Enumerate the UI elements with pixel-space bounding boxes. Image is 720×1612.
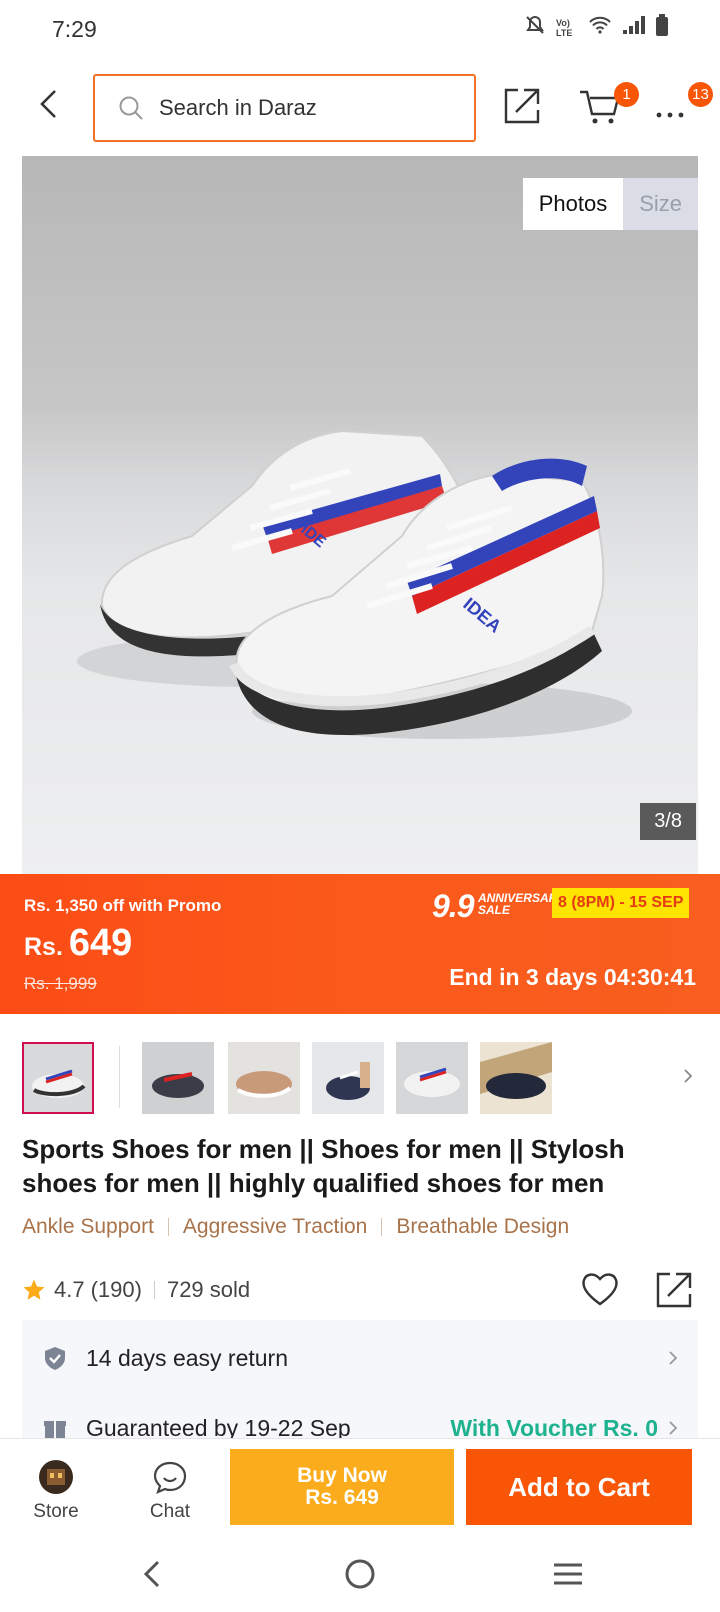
- tab-size[interactable]: Size: [623, 178, 698, 230]
- thumbnail-1[interactable]: [22, 1042, 94, 1114]
- chevron-right-icon[interactable]: [678, 1066, 698, 1086]
- product-image-gallery[interactable]: IDEA IDE Photos Size 3/8: [22, 156, 698, 874]
- sale-logo: 9.9 ANNIVERSARY SALE: [432, 888, 565, 925]
- status-bar: 7:29 Vo) LTE: [0, 0, 720, 58]
- review-count[interactable]: (190): [91, 1277, 142, 1303]
- buy-now-label: Buy Now: [297, 1464, 387, 1487]
- bottom-action-bar: Store Chat Buy Now Rs. 649 Add to Cart: [0, 1438, 720, 1526]
- sale-number: 9.9: [432, 888, 474, 924]
- original-price: Rs. 1,999: [24, 974, 97, 993]
- buy-now-price: Rs. 649: [305, 1486, 379, 1509]
- add-to-cart-button[interactable]: Add to Cart: [466, 1449, 692, 1525]
- return-policy-row[interactable]: 14 days easy return: [22, 1330, 698, 1386]
- star-icon: [23, 1279, 45, 1300]
- search-placeholder: Search in Daraz: [159, 95, 317, 120]
- nav-recents-icon[interactable]: [548, 1554, 588, 1594]
- volte-icon: Vo) LTE: [556, 17, 573, 38]
- heart-icon: [582, 1273, 618, 1306]
- chevron-right-icon: [669, 1351, 678, 1365]
- tab-photos[interactable]: Photos: [522, 178, 624, 230]
- feature-tags: Ankle Support Aggressive Traction Breath…: [22, 1215, 569, 1239]
- battery-icon: [656, 14, 668, 41]
- sold-count: 729 sold: [166, 1277, 251, 1302]
- chevron-right-icon: [669, 1421, 678, 1435]
- status-icons: Vo) LTE: [524, 14, 668, 41]
- store-button[interactable]: Store: [16, 1459, 96, 1523]
- search-icon: [119, 96, 143, 120]
- wifi-icon: [588, 15, 612, 40]
- thumbnail-4[interactable]: [312, 1042, 384, 1114]
- feature-tag: Breathable Design: [396, 1215, 570, 1238]
- share-icon: [656, 1272, 692, 1308]
- notification-count-badge: 13: [688, 82, 713, 107]
- share-product-button[interactable]: [654, 1270, 694, 1310]
- rating-divider: [153, 1281, 155, 1299]
- thumbnail-divider: [119, 1046, 120, 1108]
- store-icon: [39, 1460, 73, 1494]
- thumbnail-2[interactable]: [142, 1042, 214, 1114]
- nav-home-icon[interactable]: [340, 1554, 380, 1594]
- wishlist-button[interactable]: [580, 1270, 620, 1308]
- price: Rs. 649: [24, 922, 132, 965]
- rating-row: 4.7 (190) 729 sold: [22, 1270, 698, 1310]
- status-time: 7:29: [52, 16, 97, 42]
- promo-discount-text: Rs. 1,350 off with Promo: [24, 896, 222, 915]
- store-label: Store: [33, 1501, 79, 1522]
- sale-dates-badge: 8 (8PM) - 15 SEP: [552, 888, 690, 918]
- return-text: 14 days easy return: [86, 1344, 289, 1371]
- thumbnail-6[interactable]: [480, 1042, 552, 1114]
- cart-count-badge: 1: [614, 82, 639, 107]
- share-button[interactable]: [502, 86, 542, 126]
- feature-tag: Ankle Support: [22, 1215, 154, 1238]
- feature-divider: [381, 1218, 383, 1236]
- share-icon: [504, 88, 540, 124]
- chat-button[interactable]: Chat: [130, 1459, 210, 1523]
- feature-tag: Aggressive Traction: [182, 1215, 368, 1238]
- nav-back-icon[interactable]: [134, 1554, 174, 1594]
- feature-divider: [167, 1218, 169, 1236]
- search-input[interactable]: Search in Daraz: [93, 74, 476, 142]
- gallery-tabs: Photos Size: [522, 178, 698, 230]
- thumbnail-3[interactable]: [228, 1042, 300, 1114]
- product-title: Sports Shoes for men || Shoes for men ||…: [22, 1134, 625, 1198]
- image-counter: 3/8: [640, 803, 696, 840]
- chat-label: Chat: [149, 1501, 191, 1522]
- mute-icon: [524, 14, 546, 41]
- price-value: 649: [68, 922, 133, 964]
- product-photo[interactable]: IDEA IDE: [22, 156, 698, 874]
- back-arrow-icon: [40, 90, 56, 118]
- promo-banner: Rs. 1,350 off with Promo Rs. 649 Rs. 1,99…: [0, 874, 720, 1014]
- thumbnail-5[interactable]: [396, 1042, 468, 1114]
- system-nav-bar: [0, 1526, 720, 1612]
- countdown-timer: End in 3 days 04:30:41: [449, 964, 696, 990]
- thumbnail-strip: [22, 1042, 698, 1116]
- back-button[interactable]: [30, 84, 70, 124]
- service-info: 14 days easy return Guaranteed by 19-22 …: [22, 1320, 698, 1441]
- signal-icon: [622, 15, 646, 40]
- top-header: Search in Daraz 1 13: [0, 60, 720, 156]
- buy-now-button[interactable]: Buy Now Rs. 649: [230, 1449, 454, 1525]
- shield-check-icon: [45, 1347, 65, 1370]
- rating-value[interactable]: 4.7: [54, 1277, 85, 1303]
- price-currency: Rs.: [24, 933, 63, 961]
- more-dots-icon: [656, 112, 684, 118]
- chat-icon: [153, 1461, 187, 1494]
